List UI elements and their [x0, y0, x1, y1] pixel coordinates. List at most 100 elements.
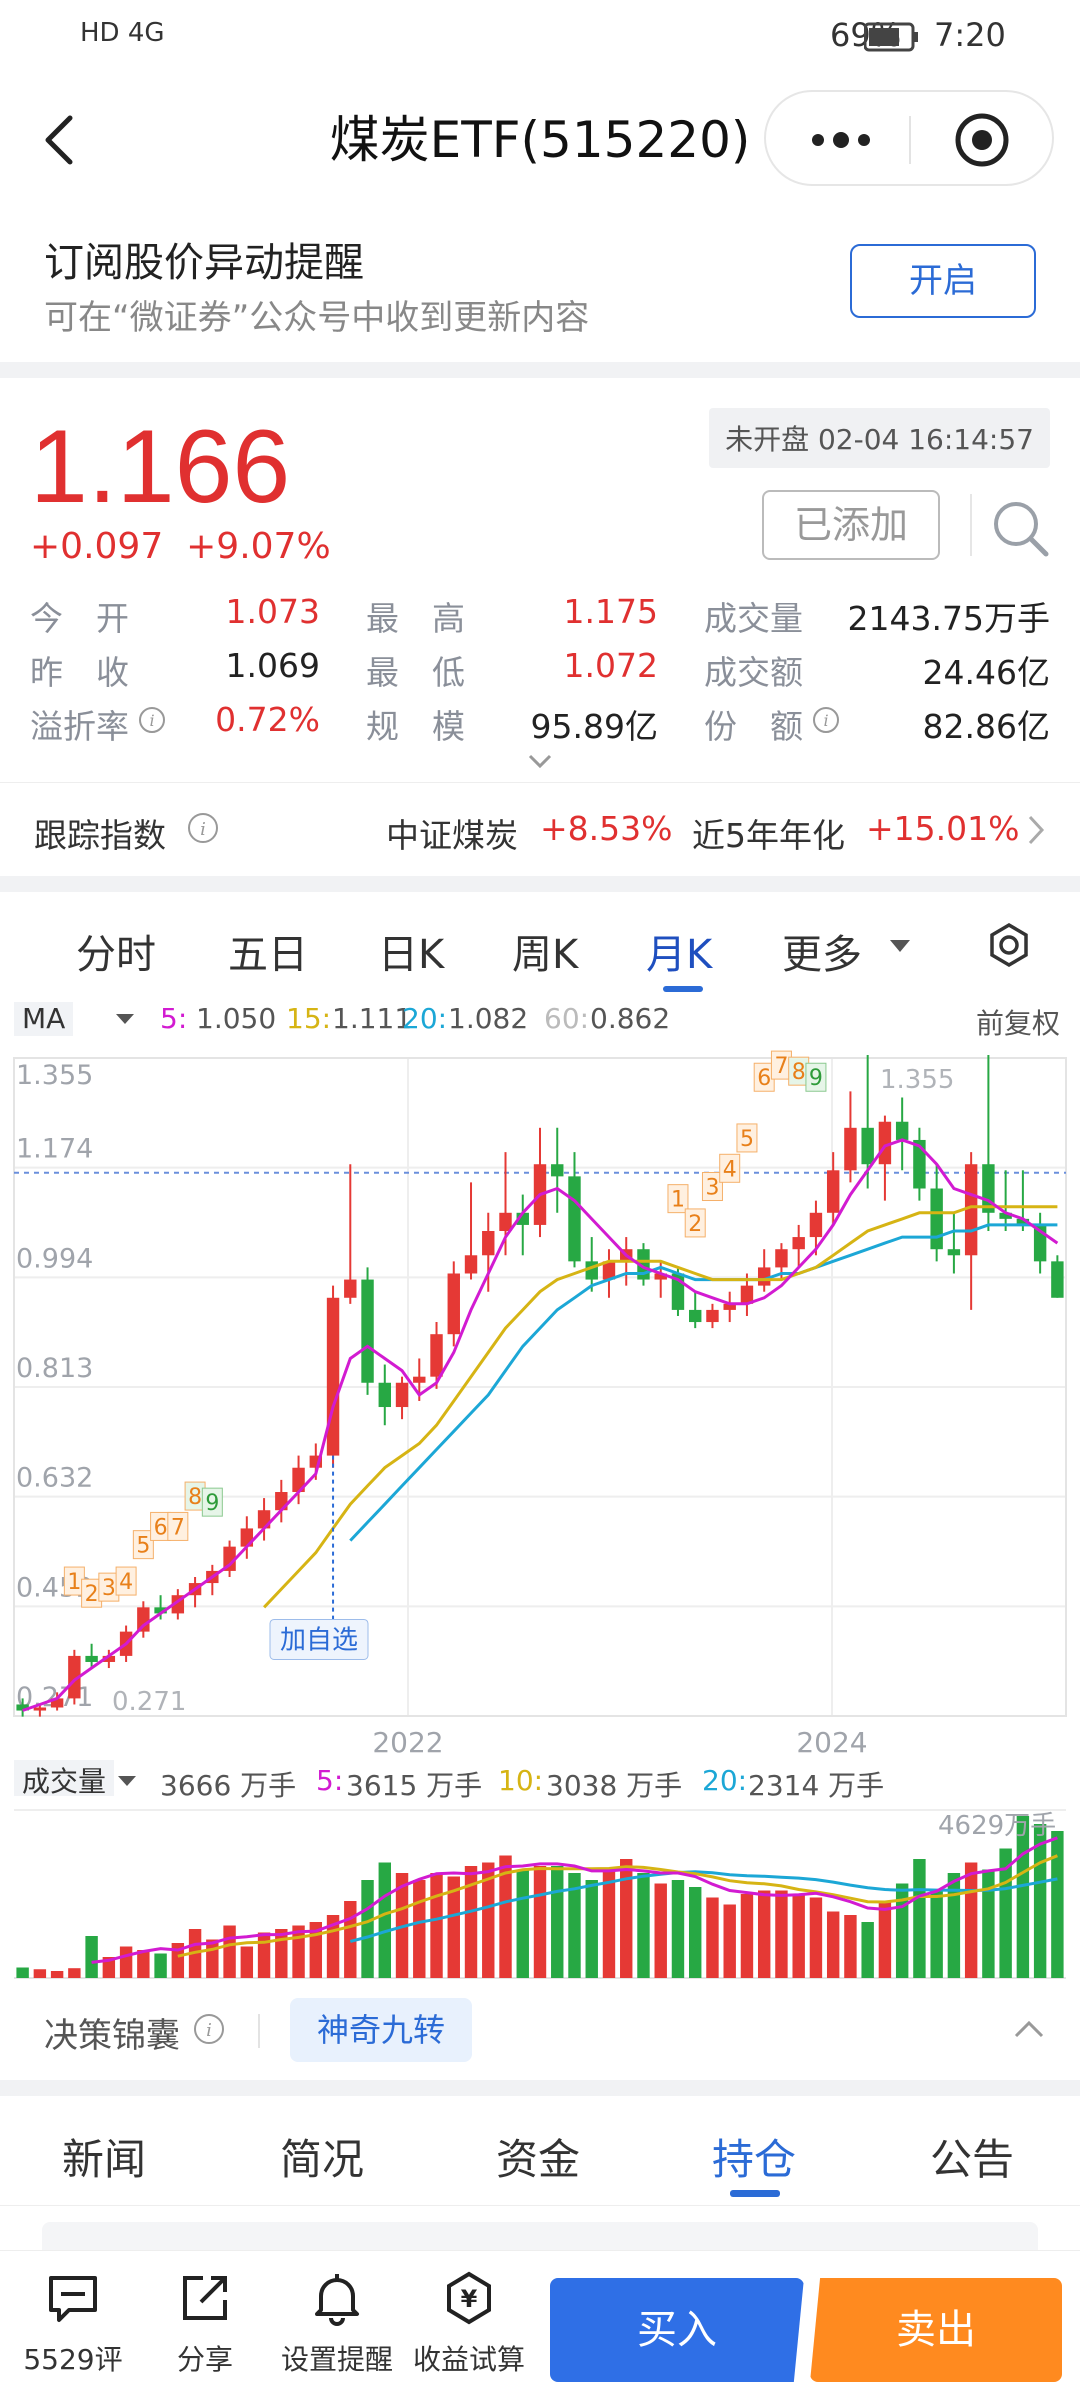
ma15-label: 15:: [286, 1002, 332, 1035]
comment-button[interactable]: 5529评: [8, 2270, 138, 2378]
nine-turn-marker-label: 1: [671, 1188, 685, 1213]
low-value: 1.072: [563, 646, 658, 685]
open-label: 今 开: [30, 599, 129, 638]
nine-turn-marker-label: 7: [171, 1515, 185, 1540]
divider: [258, 2014, 260, 2048]
volume-selector[interactable]: 成交量: [14, 1760, 115, 1798]
tab-news[interactable]: 新闻: [62, 2126, 146, 2187]
volume-bar: [671, 1880, 685, 1978]
info-icon[interactable]: i: [812, 706, 840, 734]
candle-body: [826, 1170, 840, 1213]
caret-down-icon: [890, 940, 910, 952]
volume-bar: [275, 1929, 288, 1978]
target-icon[interactable]: [954, 112, 1010, 168]
svg-text:¥: ¥: [461, 2285, 478, 2313]
ma-selector[interactable]: MA: [14, 1002, 74, 1036]
volume-bar: [809, 1897, 823, 1978]
tab-monthly-k[interactable]: 月K: [646, 922, 712, 980]
shares-label: 份 额: [704, 707, 803, 746]
price-adjust-toggle[interactable]: 前复权: [976, 1002, 1060, 1042]
tab-announcements[interactable]: 公告: [930, 2126, 1014, 2187]
tab-overview[interactable]: 简况: [280, 2126, 364, 2187]
nine-turn-marker: 7: [167, 1511, 189, 1541]
info-icon[interactable]: i: [186, 811, 220, 845]
nav-bar: 煤炭ETF(515220): [0, 72, 1080, 202]
candle-body: [326, 1297, 340, 1456]
battery-icon: [864, 22, 918, 52]
candlestick-chart[interactable]: 1.3551.1740.9940.8130.6320.4520.2712022 2…: [0, 1040, 1080, 1760]
active-tab-indicator: [730, 2190, 780, 2197]
x-tick-label: 2024: [796, 1726, 867, 1759]
comment-icon: [49, 2276, 97, 2322]
volume-chart[interactable]: 4629万手: [0, 1800, 1080, 1980]
annual-value: +15.01%: [866, 809, 1020, 848]
index-name: 中证煤炭: [386, 816, 518, 855]
svg-text:i: i: [206, 2020, 212, 2041]
volume-bar: [119, 1946, 133, 1978]
change-percent: +9.07%: [186, 526, 331, 567]
subscribe-description: 可在“微证券”公众号中收到更新内容: [44, 298, 590, 338]
buy-button[interactable]: 买入: [550, 2278, 804, 2382]
candle-body: [895, 1121, 909, 1140]
y-tick-label: 0.994: [16, 1243, 93, 1274]
chevron-up-icon[interactable]: [1012, 2018, 1046, 2040]
share-button[interactable]: 分享: [140, 2270, 270, 2378]
volume-bar: [516, 1869, 529, 1978]
ma20-line: [349, 1223, 1058, 1542]
section-divider: [0, 362, 1080, 378]
tracking-index-row[interactable]: 跟踪指数 i 中证煤炭 +8.53% 近5年年化 +15.01%: [0, 782, 1080, 876]
volume-bar: [757, 1890, 771, 1978]
candle-body: [361, 1279, 374, 1383]
volume-bar: [223, 1925, 236, 1978]
volume-ma5-value: 3615 万手: [346, 1769, 483, 1802]
candle-body: [413, 1376, 426, 1383]
added-watchlist-button[interactable]: 已添加: [762, 490, 940, 560]
premium-value: 0.72%: [215, 700, 320, 739]
capsule-divider: [909, 116, 911, 164]
nine-turn-marker-label: 6: [757, 1066, 771, 1091]
tracking-label: 跟踪指数: [34, 816, 166, 855]
volume-bar: [930, 1890, 943, 1978]
svg-text:i: i: [149, 711, 154, 730]
high-label: 最 高: [366, 599, 465, 638]
sell-button[interactable]: 卖出: [810, 2278, 1062, 2382]
tab-more[interactable]: 更多: [782, 922, 862, 980]
ma60-label: 60:: [544, 1002, 590, 1035]
volume-ma10-label: 10:: [498, 1764, 544, 1797]
volume-bar: [551, 1866, 564, 1978]
ma5-value: 1.050: [196, 1002, 277, 1035]
candle-body: [464, 1255, 478, 1274]
volume-bar: [154, 1953, 167, 1978]
candle-body: [568, 1176, 581, 1262]
volume-bar: [430, 1873, 443, 1978]
high-value: 1.175: [563, 592, 658, 631]
volume-ma20-label: 20:: [702, 1764, 748, 1797]
search-icon[interactable]: [990, 498, 1052, 560]
info-tabs: 新闻 简况 资金 持仓 公告: [0, 2096, 1080, 2206]
nine-turn-marker-label: 6: [154, 1515, 168, 1540]
profit-calc-button[interactable]: ¥ 收益试算: [404, 2270, 534, 2378]
status-bar: HD 4G 69% 7:20: [0, 0, 1080, 72]
volume-bar: [68, 1968, 81, 1978]
volume-ma5-label: 5:: [316, 1764, 344, 1797]
set-alert-button[interactable]: 设置提醒: [272, 2270, 402, 2378]
volume-bar: [602, 1869, 616, 1978]
chevron-down-icon[interactable]: [526, 752, 554, 772]
settings-icon[interactable]: [986, 922, 1032, 968]
tab-daily-k[interactable]: 日K: [378, 922, 444, 980]
market-status-tag: 未开盘 02-04 16:14:57: [709, 408, 1050, 468]
tab-funds[interactable]: 资金: [496, 2126, 580, 2187]
tab-holdings[interactable]: 持仓: [712, 2126, 796, 2187]
enable-alert-button[interactable]: 开启: [850, 244, 1036, 318]
info-icon[interactable]: i: [138, 706, 166, 734]
tab-intraday[interactable]: 分时: [76, 922, 156, 980]
info-icon[interactable]: i: [192, 2012, 226, 2046]
magic-nine-chip[interactable]: 神奇九转: [290, 1998, 472, 2062]
tab-weekly-k[interactable]: 周K: [512, 922, 578, 980]
subscribe-alert-panel: 订阅股价异动提醒 可在“微证券”公众号中收到更新内容 开启: [0, 202, 1080, 362]
chevron-right-icon[interactable]: [1026, 813, 1046, 847]
tab-five-day[interactable]: 五日: [228, 922, 308, 980]
nine-turn-marker-label: 4: [119, 1570, 133, 1595]
ellipsis-icon[interactable]: [806, 120, 876, 160]
mini-program-capsule: [764, 90, 1054, 186]
